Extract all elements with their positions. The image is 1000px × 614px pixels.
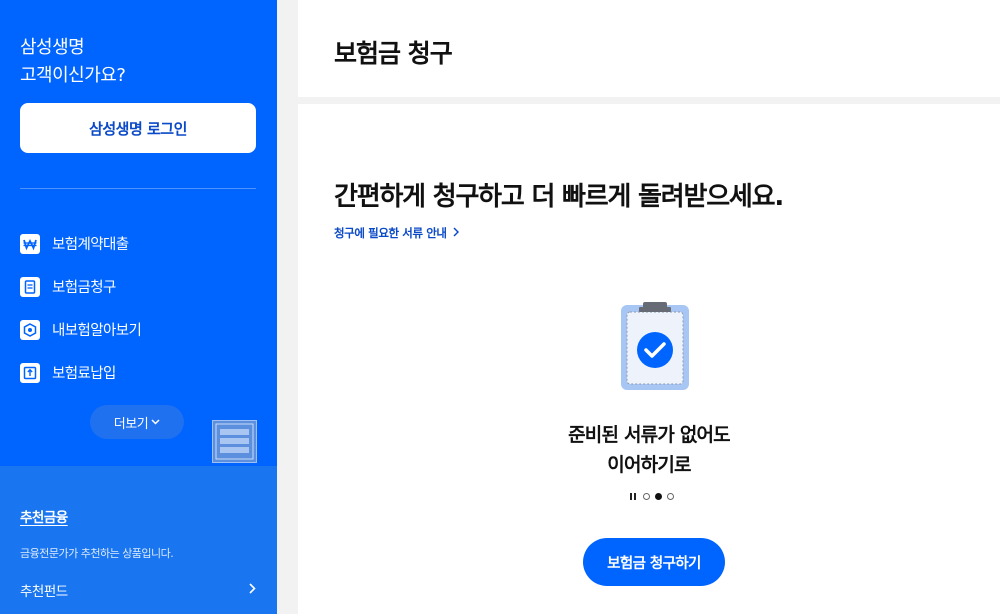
clipboard-check-icon bbox=[619, 300, 691, 392]
greeting-line-1: 삼성생명 bbox=[20, 37, 85, 58]
sidebar-item-my-insurance[interactable]: 내보험알아보기 bbox=[20, 308, 256, 351]
document-icon bbox=[20, 276, 40, 297]
payment-icon bbox=[20, 362, 40, 383]
pager-dot-3[interactable] bbox=[667, 493, 674, 500]
pager-dot-1[interactable] bbox=[643, 493, 650, 500]
main-content: 간편하게 청구하고 더 빠르게 돌려받으세요. 청구에 필요한 서류 안내 준비… bbox=[298, 104, 1000, 614]
sidebar-item-label: 보험료납입 bbox=[52, 366, 116, 382]
claim-button[interactable]: 보험금 청구하기 bbox=[583, 538, 725, 586]
required-documents-link[interactable]: 청구에 필요한 서류 안내 bbox=[334, 225, 459, 241]
doc-link-label: 청구에 필요한 서류 안내 bbox=[334, 226, 447, 240]
pause-icon[interactable] bbox=[630, 493, 636, 500]
caption-line-2: 이어하기로 bbox=[607, 454, 691, 476]
sidebar-item-label: 보험계약대출 bbox=[52, 237, 129, 253]
page-header: 보험금 청구 bbox=[298, 0, 1000, 97]
carousel-pager bbox=[630, 493, 674, 500]
slide-caption: 준비된 서류가 없어도 이어하기로 bbox=[298, 420, 1000, 480]
recommend-description: 금융전문가가 추천하는 상품입니다. bbox=[20, 547, 174, 560]
sidebar-item-loan[interactable]: 보험계약대출 bbox=[20, 222, 256, 265]
sidebar: 삼성생명 고객이신가요? 삼성생명 로그인 보험계약대출 보험금청구 내보험알아… bbox=[0, 0, 277, 614]
page-title: 보험금 청구 bbox=[334, 39, 453, 68]
shield-icon bbox=[20, 319, 40, 340]
pager-dot-2[interactable] bbox=[655, 493, 662, 500]
sidebar-menu: 보험계약대출 보험금청구 내보험알아보기 보험료납입 bbox=[20, 222, 256, 394]
recommend-fund-label: 추천펀드 bbox=[20, 584, 68, 600]
chevron-down-icon bbox=[151, 417, 160, 428]
sidebar-item-label: 보험금청구 bbox=[52, 280, 116, 296]
sidebar-item-label: 내보험알아보기 bbox=[52, 323, 142, 339]
recommend-fund-item[interactable]: 추천펀드 bbox=[20, 580, 256, 600]
chevron-right-icon bbox=[249, 582, 256, 598]
greeting-line-2: 고객이신가요? bbox=[20, 65, 126, 86]
caption-line-1: 준비된 서류가 없어도 bbox=[568, 424, 731, 446]
sidebar-item-premium-payment[interactable]: 보험료납입 bbox=[20, 351, 256, 394]
recommend-section: 추천금융 금융전문가가 추천하는 상품입니다. 추천펀드 bbox=[0, 466, 277, 614]
chevron-right-icon bbox=[453, 226, 459, 240]
sidebar-item-claim[interactable]: 보험금청구 bbox=[20, 265, 256, 308]
sidebar-divider bbox=[20, 188, 256, 189]
recommend-title[interactable]: 추천금융 bbox=[20, 506, 68, 526]
greeting: 삼성생명 고객이신가요? bbox=[20, 34, 126, 90]
certification-mark-icon bbox=[212, 420, 257, 463]
won-icon bbox=[20, 233, 40, 254]
login-button[interactable]: 삼성생명 로그인 bbox=[20, 103, 256, 153]
more-button[interactable]: 더보기 bbox=[90, 405, 184, 439]
more-label: 더보기 bbox=[113, 416, 149, 432]
headline: 간편하게 청구하고 더 빠르게 돌려받으세요. bbox=[334, 182, 784, 212]
